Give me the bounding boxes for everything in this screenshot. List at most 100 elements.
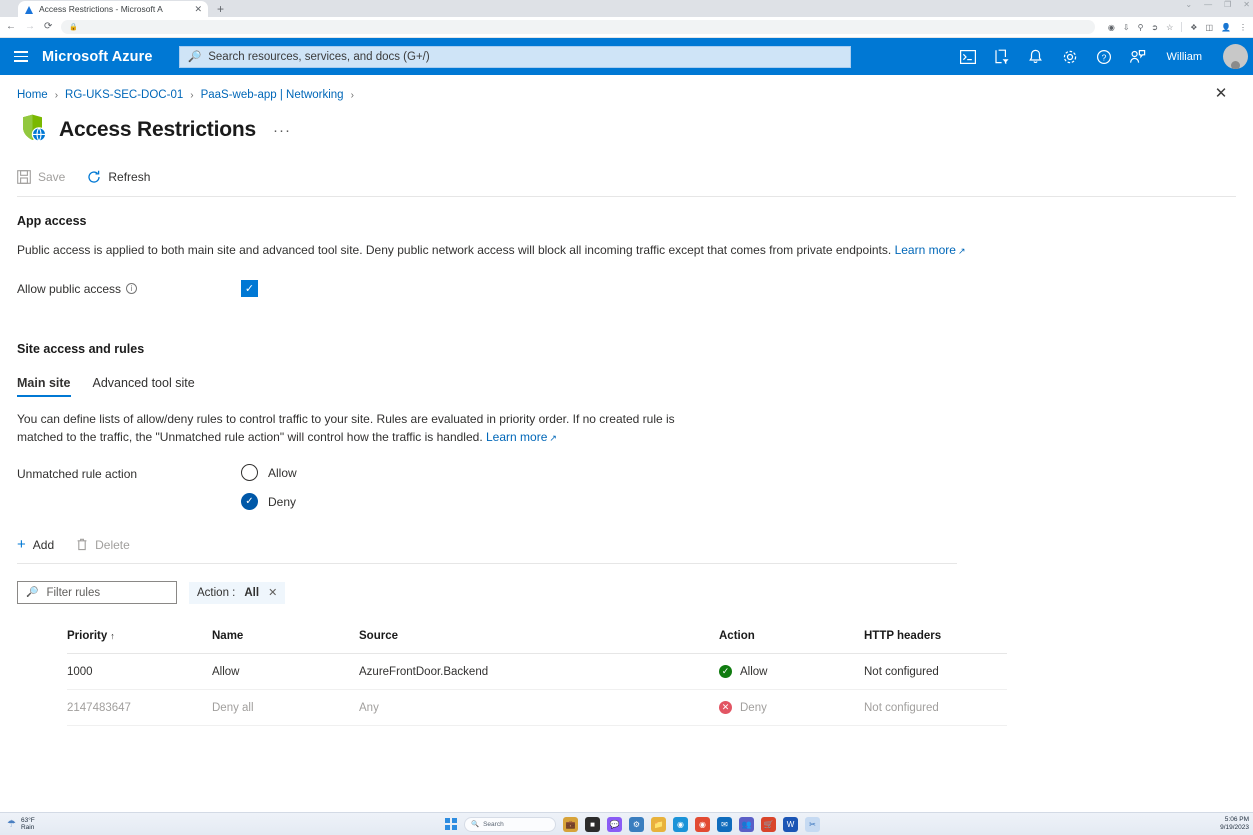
azure-search-box[interactable]: 🔍 Search resources, services, and docs (… — [179, 46, 851, 68]
cell-source: Any — [359, 690, 719, 726]
cell-action-label: Allow — [740, 666, 767, 678]
chip-close-icon[interactable]: ✕ — [268, 586, 277, 599]
site-access-learn-more-link[interactable]: Learn more↗ — [486, 430, 557, 444]
add-rule-button[interactable]: + Add — [17, 537, 54, 552]
chevron-down-icon[interactable]: ⌄ — [1185, 1, 1192, 9]
app-access-learn-more-link[interactable]: Learn more↗ — [895, 243, 966, 257]
azure-header-actions: ? William — [959, 44, 1243, 69]
column-header-action[interactable]: Action — [719, 630, 864, 654]
unmatched-rule-action-label: Unmatched rule action — [17, 464, 241, 510]
taskbar-search-input[interactable]: 🔍 Search — [464, 817, 556, 832]
feedback-icon[interactable] — [1129, 48, 1147, 66]
cell-action: ✓ Allow — [719, 654, 864, 690]
trash-icon — [76, 538, 88, 551]
table-row[interactable]: 2147483647 Deny all Any ✕ Deny Not confi… — [67, 690, 1007, 726]
add-rule-label: Add — [33, 538, 54, 552]
profile-icon[interactable]: 👤 — [1221, 23, 1231, 32]
bookmark-star-icon[interactable]: ☆ — [1166, 23, 1173, 32]
table-row[interactable]: 1000 Allow AzureFrontDoor.Backend ✓ Allo… — [67, 654, 1007, 690]
outlook-icon[interactable]: ✉ — [717, 817, 732, 832]
directories-filter-icon[interactable] — [993, 48, 1011, 66]
settings-icon[interactable]: ⚙ — [629, 817, 644, 832]
forward-icon[interactable]: → — [25, 22, 35, 32]
snipping-tool-icon[interactable]: ✂ — [805, 817, 820, 832]
tab-main-site[interactable]: Main site — [17, 376, 71, 397]
radio-option-deny[interactable]: ✓ Deny — [241, 493, 297, 510]
filter-rules-placeholder: Filter rules — [46, 587, 100, 599]
weather-widget[interactable]: ☂ 63°F Rain — [0, 817, 35, 832]
help-question-icon[interactable]: ? — [1095, 48, 1113, 66]
tab-advanced-tool-site[interactable]: Advanced tool site — [93, 376, 195, 397]
info-icon[interactable]: i — [126, 283, 137, 294]
settings-gear-icon[interactable] — [1061, 48, 1079, 66]
breadcrumb-networking[interactable]: PaaS-web-app | Networking — [201, 89, 344, 101]
more-options-icon[interactable]: ··· — [273, 122, 291, 139]
window-close-icon[interactable]: ✕ — [1243, 1, 1250, 9]
briefcase-icon[interactable]: 💼 — [563, 817, 578, 832]
maximize-icon[interactable]: ❐ — [1224, 1, 1231, 9]
taskbar-clock[interactable]: 5:06 PM 9/19/2023 — [1220, 816, 1249, 832]
side-panel-icon[interactable]: ◫ — [1205, 23, 1213, 32]
taskbar-apps: 🔍 Search 💼 ■ 💬 ⚙ 📁 ◉ ◉ ✉ 👥 🛒 W ✂ — [445, 817, 820, 832]
column-header-source[interactable]: Source — [359, 630, 719, 654]
checkbox-check-glyph: ✓ — [245, 282, 254, 295]
radio-check-glyph: ✓ — [245, 496, 253, 507]
access-restrictions-table: Priority↑ Name Source Action HTTP header… — [67, 630, 1007, 726]
install-icon[interactable]: ⇩ — [1123, 23, 1130, 32]
azure-search-placeholder: Search resources, services, and docs (G+… — [208, 51, 429, 63]
back-icon[interactable]: ← — [6, 22, 16, 32]
portal-menu-button[interactable] — [0, 38, 42, 75]
save-button[interactable]: Save — [17, 170, 65, 184]
browser-tab[interactable]: Access Restrictions - Microsoft A ✕ — [18, 1, 208, 17]
chrome-icon[interactable]: ◉ — [695, 817, 710, 832]
chat-icon[interactable]: 💬 — [607, 817, 622, 832]
browser-toolbar: ← → ⟳ 🔒 ◉ ⇩ ⚲ ➲ ☆ ❖ ◫ 👤 ⋮ — [0, 17, 1253, 38]
close-blade-icon[interactable]: ✕ — [1211, 83, 1231, 103]
command-bar: Save Refresh — [17, 170, 1236, 197]
radio-deny-circle: ✓ — [241, 493, 258, 510]
edge-icon[interactable]: ◉ — [673, 817, 688, 832]
action-filter-chip[interactable]: Action : All ✕ — [189, 582, 285, 604]
svg-text:?: ? — [1101, 52, 1106, 62]
breadcrumb-resource-group[interactable]: RG-UKS-SEC-DOC-01 — [65, 89, 183, 101]
cloud-shell-icon[interactable] — [959, 48, 977, 66]
notifications-bell-icon[interactable] — [1027, 48, 1045, 66]
extensions-icon[interactable]: ❖ — [1190, 23, 1197, 32]
column-header-http-headers[interactable]: HTTP headers — [864, 630, 1007, 654]
tab-close-icon[interactable]: ✕ — [194, 5, 202, 14]
allow-public-access-checkbox[interactable]: ✓ — [241, 280, 258, 297]
avatar[interactable] — [1218, 44, 1243, 69]
address-bar[interactable]: 🔒 — [61, 20, 1094, 34]
zoom-icon[interactable]: ⚲ — [1138, 23, 1144, 32]
radio-option-allow[interactable]: Allow — [241, 464, 297, 481]
azure-brand[interactable]: Microsoft Azure — [42, 49, 153, 65]
start-button-icon[interactable] — [445, 818, 457, 830]
word-icon[interactable]: W — [783, 817, 798, 832]
weather-temperature: 63°F — [21, 817, 35, 824]
radio-allow-label: Allow — [268, 466, 297, 480]
store-icon[interactable]: 🛒 — [761, 817, 776, 832]
site-access-description-text: You can define lists of allow/deny rules… — [17, 412, 675, 443]
radio-deny-label: Deny — [268, 495, 296, 509]
browser-menu-icon[interactable]: ⋮ — [1239, 23, 1247, 32]
cell-name: Allow — [212, 654, 359, 690]
teams-icon[interactable]: 👥 — [739, 817, 754, 832]
unmatched-rule-action-group: Unmatched rule action Allow ✓ Deny — [17, 464, 1253, 510]
filter-rules-input[interactable]: 🔍 Filter rules — [17, 581, 177, 604]
share-icon[interactable]: ➲ — [1151, 23, 1158, 32]
breadcrumb-home[interactable]: Home — [17, 89, 48, 101]
column-header-name[interactable]: Name — [212, 630, 359, 654]
breadcrumb: Home › RG-UKS-SEC-DOC-01 › PaaS-web-app … — [17, 75, 1253, 101]
terminal-icon[interactable]: ■ — [585, 817, 600, 832]
new-tab-button[interactable]: + — [217, 3, 224, 17]
file-explorer-icon[interactable]: 📁 — [651, 817, 666, 832]
column-header-priority[interactable]: Priority↑ — [67, 630, 212, 654]
cell-action: ✕ Deny — [719, 690, 864, 726]
browser-titlebar: Access Restrictions - Microsoft A ✕ + ⌄ … — [0, 0, 1253, 17]
minimize-icon[interactable]: — — [1204, 1, 1212, 9]
column-header-priority-label: Priority — [67, 630, 107, 642]
reload-icon[interactable]: ⟳ — [44, 22, 52, 32]
delete-rule-button[interactable]: Delete — [76, 538, 130, 552]
refresh-button[interactable]: Refresh — [87, 170, 150, 184]
google-icon[interactable]: ◉ — [1108, 23, 1115, 32]
